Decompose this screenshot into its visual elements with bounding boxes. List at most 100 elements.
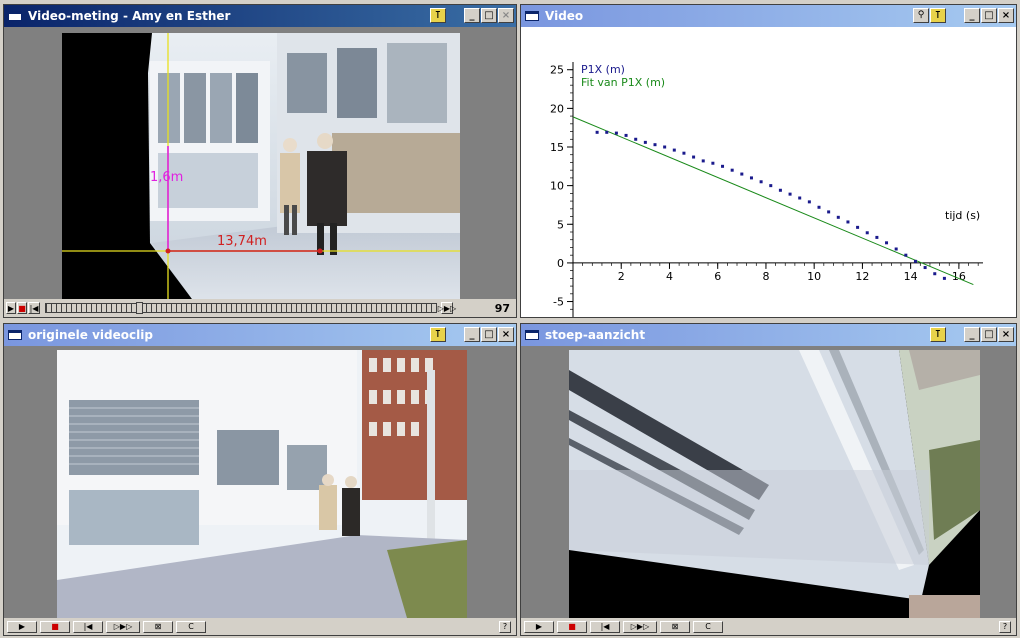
frame-counter: 97 — [494, 301, 510, 315]
x-tick-label: 4 — [666, 270, 673, 283]
data-point — [643, 140, 647, 144]
help-button[interactable]: ? — [999, 620, 1011, 633]
data-point — [778, 188, 782, 192]
height-label: 1,6m — [150, 170, 183, 185]
y-tick-label: 5 — [557, 218, 564, 231]
window-icon — [525, 330, 539, 340]
pin-button[interactable]: ⊺ — [430, 327, 446, 342]
original-video-frame[interactable] — [57, 350, 467, 618]
loop-button[interactable]: C — [693, 620, 723, 633]
close-button[interactable]: × — [498, 327, 514, 342]
data-point — [595, 130, 599, 134]
data-point — [692, 155, 696, 159]
loop-button[interactable]: C — [176, 620, 206, 633]
data-point — [933, 272, 937, 276]
chart-axes: 2 4 6 8 10 12 14 16-50510152025 — [550, 62, 983, 317]
slider-thumb[interactable] — [136, 302, 143, 314]
measure-video-frame[interactable]: 1,6m 13,74m — [62, 33, 460, 299]
data-point — [856, 225, 860, 229]
pin-button[interactable]: ⊺ — [430, 8, 446, 23]
window-icon — [8, 11, 22, 21]
minimize-button[interactable]: _ — [964, 327, 980, 342]
data-point — [827, 210, 831, 214]
data-point — [798, 196, 802, 200]
pin-button[interactable]: ⊺ — [930, 327, 946, 342]
stop-button[interactable]: ■ — [40, 620, 70, 633]
original-clip-window[interactable]: originele videoclip ⊺ _ □ × ▶ ■ |◀ ▷▶▷ ⊠… — [3, 323, 517, 636]
maximize-button[interactable]: □ — [481, 8, 497, 23]
data-point — [923, 266, 927, 270]
first-frame-button[interactable]: |◀ — [590, 620, 620, 633]
graph-window[interactable]: Video ⚲ ⊺ _ □ × 2 4 6 8 10 12 14 16 -5 0 5 10 15 20 25… — [520, 4, 1017, 318]
graph-titlebar[interactable]: Video ⚲ ⊺ _ □ × — [521, 5, 1016, 27]
play-button[interactable]: ▶ — [7, 620, 37, 633]
data-point — [634, 137, 638, 141]
maximize-button[interactable]: □ — [481, 327, 497, 342]
sidewalk-titlebar[interactable]: stoep-aanzicht ⊺ _ □ × — [521, 324, 1016, 346]
measure-window[interactable]: Video-meting - Amy en Esther ⊺ _ □ × 1,6… — [3, 4, 517, 318]
minimize-button[interactable]: _ — [464, 327, 480, 342]
legend-p1x: P1X (m) — [581, 63, 625, 76]
play-button[interactable]: ▶ — [6, 302, 16, 314]
data-point — [913, 259, 917, 263]
data-point — [749, 176, 753, 180]
mark-button[interactable]: ⊠ — [143, 620, 173, 633]
data-point — [721, 164, 725, 168]
maximize-button[interactable]: □ — [981, 8, 997, 23]
maximize-button[interactable]: □ — [981, 327, 997, 342]
data-point — [788, 192, 792, 196]
window-title: Video-meting - Amy en Esther — [28, 9, 231, 23]
distance-label: 13,74m — [217, 234, 267, 249]
y-tick-label: 20 — [550, 102, 564, 115]
y-tick-label: 15 — [550, 141, 564, 154]
data-point — [846, 220, 850, 224]
sidewalk-playback-bar: ▶ ■ |◀ ▷▶▷ ⊠ C ? — [521, 618, 1016, 635]
close-button[interactable]: × — [998, 8, 1014, 23]
stop-button[interactable]: ■ — [557, 620, 587, 633]
pin-button[interactable]: ⊺ — [930, 8, 946, 23]
minimize-button[interactable]: _ — [964, 8, 980, 23]
data-point — [836, 215, 840, 219]
data-point — [875, 235, 879, 239]
x-tick-label: 12 — [855, 270, 869, 283]
sidewalk-video-frame[interactable] — [569, 350, 980, 620]
x-tick-label: 2 — [618, 270, 625, 283]
data-point — [904, 253, 908, 257]
data-point — [624, 133, 628, 137]
window-title: originele videoclip — [28, 328, 153, 342]
y-tick-label: 0 — [557, 257, 564, 270]
step-forward-button[interactable]: ▷▶▷ — [106, 620, 140, 633]
data-point — [605, 130, 609, 134]
x-tick-label: 10 — [807, 270, 821, 283]
stop-button[interactable]: ■ — [17, 302, 27, 314]
data-point — [759, 180, 763, 184]
fit-line — [572, 116, 974, 286]
window-title: Video — [545, 9, 584, 23]
close-button[interactable]: × — [498, 8, 514, 23]
window-title: stoep-aanzicht — [545, 328, 646, 342]
help-button[interactable]: ? — [499, 620, 511, 633]
data-point — [672, 148, 676, 152]
position-time-chart[interactable]: 2 4 6 8 10 12 14 16-50510152025 P1X (m) Fit van… — [521, 27, 1016, 317]
y-tick-label: 25 — [550, 64, 564, 77]
zoom-button[interactable]: ⚲ — [913, 8, 929, 23]
data-point — [711, 161, 715, 165]
close-button[interactable]: × — [998, 327, 1014, 342]
window-icon — [8, 330, 22, 340]
first-frame-button[interactable]: |◀ — [28, 302, 40, 314]
mark-button[interactable]: ⊠ — [660, 620, 690, 633]
data-point — [865, 231, 869, 235]
frame-slider[interactable] — [45, 302, 437, 314]
measure-titlebar[interactable]: Video-meting - Amy en Esther ⊺ _ □ × — [4, 5, 516, 27]
step-forward-button[interactable]: ▷▶▷ — [623, 620, 657, 633]
play-button[interactable]: ▶ — [524, 620, 554, 633]
original-playback-bar: ▶ ■ |◀ ▷▶▷ ⊠ C ? — [4, 618, 516, 635]
sidewalk-view-window[interactable]: stoep-aanzicht ⊺ _ □ × ▶ ■ |◀ ▷▶▷ ⊠ C ? — [520, 323, 1017, 636]
data-point — [614, 131, 618, 135]
first-frame-button[interactable]: |◀ — [73, 620, 103, 633]
minimize-button[interactable]: _ — [464, 8, 480, 23]
original-titlebar[interactable]: originele videoclip ⊺ _ □ × — [4, 324, 516, 346]
data-point — [817, 205, 821, 209]
last-frame-button[interactable]: ▷▶▷ — [438, 302, 456, 314]
data-point — [701, 159, 705, 163]
